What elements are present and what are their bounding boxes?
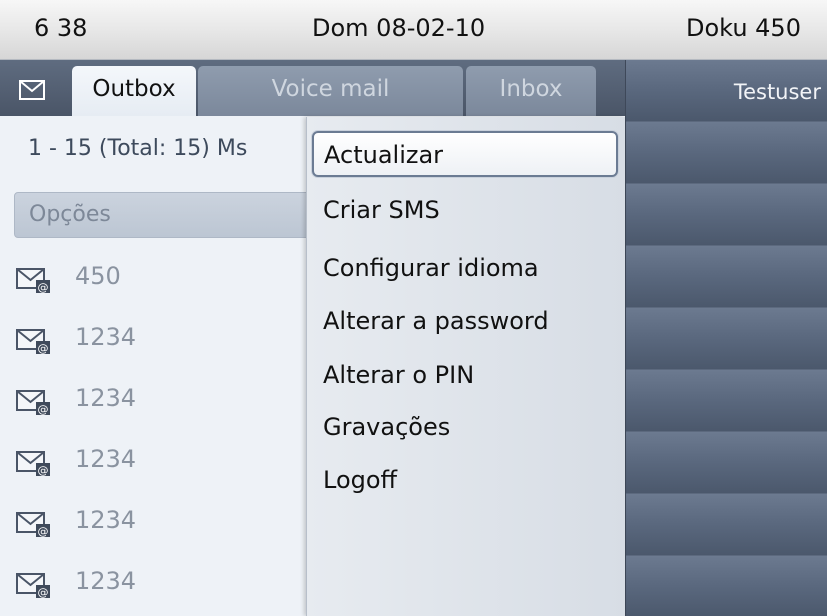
menu-item-alterar-pin[interactable]: Alterar o PIN <box>323 361 474 389</box>
phone-display: 6 38 Dom 08-02-10 Doku 450 Outbox Voice … <box>0 0 827 616</box>
menu-item-logoff[interactable]: Logoff <box>323 466 397 494</box>
mail-attachment-icon: @ <box>16 329 50 355</box>
envelope-icon <box>19 80 45 100</box>
mail-attachment-icon: @ <box>16 268 50 294</box>
message-sender: 1234 <box>75 445 137 473</box>
svg-text:@: @ <box>38 403 49 416</box>
message-sender: 1234 <box>75 323 137 351</box>
options-label: Opções <box>29 202 111 227</box>
menu-item-configurar-idioma[interactable]: Configurar idioma <box>323 254 539 282</box>
message-sender: 1234 <box>75 384 137 412</box>
menu-item-criar-sms[interactable]: Criar SMS <box>323 196 440 224</box>
status-user: Doku 450 <box>686 14 801 42</box>
message-sender: 1234 <box>75 506 137 534</box>
menu-item-actualizar[interactable]: Actualizar <box>312 131 618 177</box>
tab-voice-mail[interactable]: Voice mail <box>198 66 463 116</box>
mail-attachment-icon: @ <box>16 573 50 599</box>
svg-text:@: @ <box>38 525 49 538</box>
svg-text:@: @ <box>38 586 49 599</box>
menu-item-gravacoes[interactable]: Gravações <box>323 413 450 441</box>
tab-bar: Outbox Voice mail Inbox <box>0 60 625 116</box>
status-bar: 6 38 Dom 08-02-10 Doku 450 <box>0 0 827 60</box>
message-sender: 1234 <box>75 567 137 595</box>
status-date: Dom 08-02-10 <box>312 14 486 42</box>
svg-text:@: @ <box>38 342 49 355</box>
message-sender: 450 <box>75 262 121 290</box>
mail-attachment-icon: @ <box>16 512 50 538</box>
contact-panel: Testuser <box>625 60 827 616</box>
svg-text:@: @ <box>38 464 49 477</box>
message-count: 1 - 15 (Total: 15) Ms <box>28 136 248 161</box>
svg-text:@: @ <box>38 281 49 294</box>
contact-name[interactable]: Testuser <box>734 80 821 104</box>
tab-inbox[interactable]: Inbox <box>466 66 596 116</box>
options-menu: Actualizar Criar SMS Configurar idioma A… <box>306 117 625 616</box>
menu-item-alterar-password[interactable]: Alterar a password <box>323 307 549 335</box>
status-time: 6 38 <box>34 14 88 42</box>
tab-outbox[interactable]: Outbox <box>72 66 196 116</box>
mail-attachment-icon: @ <box>16 451 50 477</box>
mail-attachment-icon: @ <box>16 390 50 416</box>
